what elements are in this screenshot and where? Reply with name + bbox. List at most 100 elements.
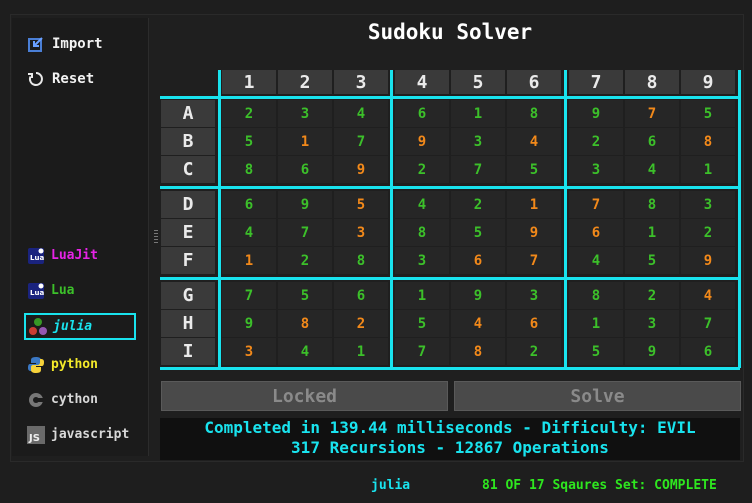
grid-cell[interactable]: 2	[451, 191, 505, 218]
grid-cell[interactable]: 6	[334, 282, 388, 309]
grid-cell[interactable]: 3	[681, 191, 735, 218]
grid-cell[interactable]: 1	[569, 310, 623, 337]
grid-cell[interactable]: 3	[278, 100, 332, 127]
grid-cell[interactable]: 2	[681, 219, 735, 246]
grid-cell[interactable]: 9	[222, 310, 276, 337]
grid-cell[interactable]: 3	[334, 219, 388, 246]
grid-cell[interactable]: 4	[507, 128, 561, 155]
grid-cell[interactable]: 6	[222, 191, 276, 218]
grid-cell[interactable]: 5	[334, 191, 388, 218]
reset-button[interactable]: Reset	[26, 67, 94, 91]
grid-cell[interactable]: 9	[507, 219, 561, 246]
grid-cell[interactable]: 1	[278, 128, 332, 155]
grid-cell[interactable]: 9	[451, 282, 505, 309]
grid-cell[interactable]: 9	[334, 156, 388, 183]
grid-cell[interactable]: 6	[569, 219, 623, 246]
locked-button[interactable]: Locked	[161, 381, 448, 411]
resize-handle[interactable]	[154, 230, 158, 244]
grid-cell[interactable]: 7	[278, 219, 332, 246]
grid-cell[interactable]: 6	[395, 100, 449, 127]
row-header: H	[161, 310, 215, 337]
javascript-icon: JS	[26, 425, 46, 445]
language-label: julia	[53, 319, 93, 334]
row-header: F	[161, 247, 215, 274]
language-lua[interactable]: Lua Lua	[24, 277, 136, 304]
grid-cell[interactable]: 7	[451, 156, 505, 183]
grid-cell[interactable]: 1	[681, 156, 735, 183]
language-luajit[interactable]: Lua LuaJit	[24, 242, 136, 269]
grid-cell[interactable]: 5	[222, 128, 276, 155]
grid-cell[interactable]: 9	[278, 191, 332, 218]
grid-cell[interactable]: 6	[681, 338, 735, 365]
grid-cell[interactable]: 6	[451, 247, 505, 274]
grid-cell[interactable]: 4	[451, 310, 505, 337]
grid-cell[interactable]: 2	[334, 310, 388, 337]
grid-cell[interactable]: 7	[569, 191, 623, 218]
language-python[interactable]: python	[24, 351, 136, 378]
grid-cell[interactable]: 4	[278, 338, 332, 365]
grid-cell[interactable]: 1	[395, 282, 449, 309]
language-julia[interactable]: julia	[24, 313, 136, 340]
grid-cell[interactable]: 7	[625, 100, 679, 127]
grid-cell[interactable]: 5	[625, 247, 679, 274]
grid-cell[interactable]: 2	[278, 247, 332, 274]
grid-cell[interactable]: 4	[334, 100, 388, 127]
grid-cell[interactable]: 7	[222, 282, 276, 309]
row-header: E	[161, 219, 215, 246]
grid-cell[interactable]: 5	[507, 156, 561, 183]
grid-cell[interactable]: 4	[395, 191, 449, 218]
grid-cell[interactable]: 1	[507, 191, 561, 218]
grid-cell[interactable]: 7	[395, 338, 449, 365]
grid-cell[interactable]: 8	[681, 128, 735, 155]
grid-cell[interactable]: 8	[451, 338, 505, 365]
grid-cell[interactable]: 5	[569, 338, 623, 365]
grid-cell[interactable]: 1	[625, 219, 679, 246]
grid-cell[interactable]: 3	[222, 338, 276, 365]
grid-cell[interactable]: 4	[222, 219, 276, 246]
grid-cell[interactable]: 6	[507, 310, 561, 337]
grid-cell[interactable]: 6	[625, 128, 679, 155]
language-javascript[interactable]: JS javascript	[24, 421, 136, 448]
grid-cell[interactable]: 3	[451, 128, 505, 155]
grid-cell[interactable]: 9	[681, 247, 735, 274]
grid-cell[interactable]: 7	[334, 128, 388, 155]
grid-cell[interactable]: 8	[569, 282, 623, 309]
grid-cell[interactable]: 8	[278, 310, 332, 337]
grid-cell[interactable]: 4	[681, 282, 735, 309]
grid-cell[interactable]: 7	[681, 310, 735, 337]
grid-cell[interactable]: 1	[451, 100, 505, 127]
grid-cell[interactable]: 8	[507, 100, 561, 127]
grid-cell[interactable]: 8	[625, 191, 679, 218]
page-title: Sudoku Solver	[367, 20, 533, 44]
grid-cell[interactable]: 9	[569, 100, 623, 127]
grid-cell[interactable]: 5	[681, 100, 735, 127]
grid-cell[interactable]: 4	[625, 156, 679, 183]
grid-cell[interactable]: 2	[569, 128, 623, 155]
grid-cell[interactable]: 4	[569, 247, 623, 274]
solve-button[interactable]: Solve	[454, 381, 741, 411]
grid-cell[interactable]: 3	[569, 156, 623, 183]
grid-cell[interactable]: 2	[395, 156, 449, 183]
grid-cell[interactable]: 1	[334, 338, 388, 365]
grid-cell[interactable]: 8	[334, 247, 388, 274]
grid-cell[interactable]: 5	[395, 310, 449, 337]
grid-cell[interactable]: 9	[625, 338, 679, 365]
grid-cell[interactable]: 6	[278, 156, 332, 183]
grid-cell[interactable]: 2	[625, 282, 679, 309]
grid-cell[interactable]: 3	[625, 310, 679, 337]
grid-cell[interactable]: 3	[507, 282, 561, 309]
row-header: D	[161, 191, 215, 218]
reset-icon	[26, 69, 46, 89]
grid-cell[interactable]: 8	[222, 156, 276, 183]
grid-cell[interactable]: 2	[222, 100, 276, 127]
language-cython[interactable]: cython	[24, 386, 136, 413]
grid-cell[interactable]: 7	[507, 247, 561, 274]
grid-cell[interactable]: 5	[278, 282, 332, 309]
grid-cell[interactable]: 1	[222, 247, 276, 274]
grid-cell[interactable]: 9	[395, 128, 449, 155]
import-button[interactable]: Import	[26, 32, 103, 56]
grid-cell[interactable]: 5	[451, 219, 505, 246]
grid-cell[interactable]: 2	[507, 338, 561, 365]
grid-cell[interactable]: 8	[395, 219, 449, 246]
grid-cell[interactable]: 3	[395, 247, 449, 274]
